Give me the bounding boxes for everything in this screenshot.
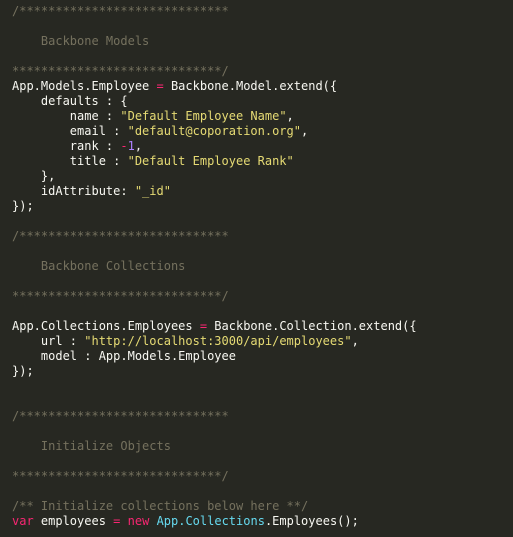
code-token-plain: , [300,124,309,138]
code-line[interactable] [12,424,513,439]
code-token-op: = [199,319,208,333]
code-line[interactable] [12,214,513,229]
code-line[interactable]: rank : -1, [12,139,513,154]
code-line[interactable]: name : "Default Employee Name", [12,109,513,124]
code-token-keyword: new [127,514,150,528]
code-token-string: "Default Employee Rank" [127,154,294,168]
code-editor[interactable]: /***************************** Backbone … [0,0,513,537]
code-line[interactable] [12,304,513,319]
code-token-comment: Backbone Models [12,34,150,48]
code-line[interactable]: /***************************** [12,4,513,19]
code-line[interactable]: App.Collections.Employees = Backbone.Col… [12,319,513,334]
code-token-plain: }, [12,169,56,183]
code-token-string: "Default Employee Name" [120,109,287,123]
code-token-plain: , [286,109,294,123]
code-line[interactable]: idAttribute: "_id" [12,184,513,199]
code-token-string: "http://localhost:3000/api/employees" [84,334,352,348]
code-line[interactable]: *****************************/ [12,469,513,484]
code-token-plain: }); [12,364,34,378]
code-line[interactable]: /***************************** [12,409,513,424]
code-line[interactable] [12,484,513,499]
code-token-plain: App.Collections.Employees [12,319,200,333]
code-token-plain: name : [12,109,121,123]
code-line[interactable]: /** Initialize collections below here **… [12,499,513,514]
code-line[interactable]: Backbone Collections [12,259,513,274]
code-token-plain: }); [12,199,34,213]
code-token-class: App.Collections [156,514,265,528]
code-token-comment: *****************************/ [12,289,229,303]
code-line[interactable]: title : "Default Employee Rank" [12,154,513,169]
code-token-string: "_id" [134,184,171,198]
code-token-comment: /***************************** [12,229,229,243]
code-line[interactable]: }); [12,364,513,379]
code-token-comment: *****************************/ [12,469,229,483]
code-line[interactable]: }, [12,169,513,184]
code-token-plain: defaults : { [12,94,128,108]
code-line[interactable]: defaults : { [12,94,513,109]
code-line[interactable]: model : App.Models.Employee [12,349,513,364]
code-line[interactable] [12,49,513,64]
code-token-comment: *****************************/ [12,64,229,78]
code-token-comment: /** Initialize collections below here **… [12,499,309,513]
code-token-plain: email : [12,124,128,138]
code-line[interactable]: *****************************/ [12,289,513,304]
code-line[interactable]: /***************************** [12,229,513,244]
code-line[interactable] [12,19,513,34]
code-token-plain: title : [12,154,128,168]
code-line[interactable] [12,379,513,394]
code-token-plain: .Employees(); [264,514,359,528]
code-token-comment: Backbone Collections [12,259,186,273]
code-token-op: - [120,139,128,153]
code-token-number: 1 [127,139,135,153]
code-line[interactable] [12,244,513,259]
code-token-keyword: var [12,514,34,528]
code-line[interactable]: email : "default@coporation.org", [12,124,513,139]
code-token-comment: /***************************** [12,4,229,18]
code-line[interactable]: App.Models.Employee = Backbone.Model.ext… [12,79,513,94]
code-token-plain: rank : [12,139,121,153]
code-line[interactable] [12,394,513,409]
code-token-plain: Backbone.Model.extend({ [163,79,338,93]
code-token-plain: App.Models.Employee [12,79,157,93]
code-line[interactable]: Backbone Models [12,34,513,49]
code-token-plain: url : [12,334,85,348]
code-token-plain: Backbone.Collection.extend({ [207,319,417,333]
code-token-plain: employees [33,514,114,528]
code-line[interactable]: }); [12,199,513,214]
code-line[interactable]: url : "http://localhost:3000/api/employe… [12,334,513,349]
code-token-plain: idAttribute: [12,184,135,198]
code-token-plain: , [134,139,143,153]
code-token-plain: model : App.Models.Employee [12,349,236,363]
code-token-string: "default@coporation.org" [127,124,301,138]
code-token-comment: /***************************** [12,409,229,423]
code-line[interactable]: var employees = new App.Collections.Empl… [12,514,513,529]
code-token-comment: Initialize Objects [12,439,171,453]
code-line[interactable]: Initialize Objects [12,439,513,454]
code-line[interactable] [12,454,513,469]
code-line[interactable] [12,274,513,289]
code-line[interactable]: *****************************/ [12,64,513,79]
code-token-op: = [156,79,164,93]
code-token-plain: , [351,334,359,348]
